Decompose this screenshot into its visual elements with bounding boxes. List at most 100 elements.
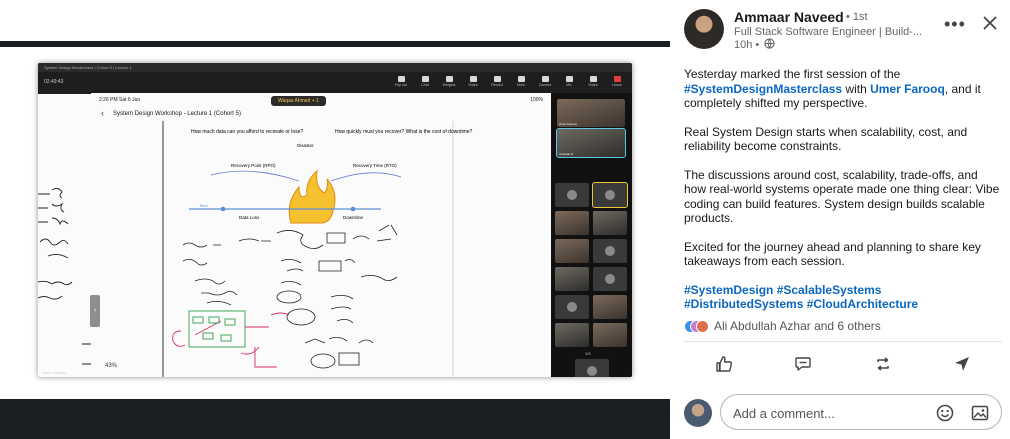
rto-label: Recovery Time (RTO)	[353, 163, 397, 168]
toolbar-button-label: Pop out	[394, 83, 408, 87]
zoom-toolbar-button[interactable]: Widgets	[440, 76, 458, 90]
recording-timer: 02:49:43	[44, 79, 64, 85]
zoom-toolbar-button[interactable]: Record	[488, 76, 506, 90]
zoom-toolbar-button[interactable]: Chat	[416, 76, 434, 90]
participant-tile[interactable]: Umer Farooq	[557, 99, 625, 127]
toolbar-button-icon	[541, 76, 549, 82]
zoom-toolbar: 02:49:43 Pop out Chat Widgets Share Record Mo…	[38, 72, 632, 94]
comment-icon	[795, 357, 811, 371]
post-body: Yesterday marked the first session of th…	[684, 67, 1002, 326]
toolbar-button-icon	[613, 76, 621, 82]
rpo-label: Recovery Point (RPO)	[231, 163, 276, 168]
send-icon	[955, 357, 970, 371]
toolbar-button-label: Leave	[612, 83, 622, 87]
participant-tile[interactable]	[593, 323, 627, 347]
toolbar-button-label: Camera	[538, 83, 552, 87]
toolbar-button-label: Share	[588, 83, 598, 87]
emoji-icon[interactable]	[935, 403, 955, 423]
close-icon[interactable]	[981, 14, 999, 32]
post-paragraph: Excited for the journey ahead and planni…	[684, 239, 981, 269]
zoom-toolbar-button[interactable]: Camera	[536, 76, 554, 90]
thumbs-up-icon	[716, 356, 732, 372]
reaction-icons	[684, 319, 710, 333]
participant-tile[interactable]	[593, 295, 627, 319]
reactions-summary[interactable]: Ali Abdullah Azhar and 6 others	[684, 319, 881, 333]
comment-input[interactable]	[733, 404, 923, 422]
toolbar-button-label: More	[517, 83, 525, 87]
reactions-text: Ali Abdullah Azhar and 6 others	[714, 319, 881, 333]
current-user-avatar	[684, 399, 712, 427]
comment-button[interactable]	[791, 352, 815, 376]
participant-tile[interactable]: Ammaar N	[556, 128, 626, 158]
author-avatar[interactable]	[684, 9, 724, 49]
viewer-top-margin	[0, 0, 670, 41]
more-options-icon[interactable]: •••	[944, 14, 966, 35]
zoom-toolbar-button[interactable]: Pop out	[392, 76, 410, 90]
toolbar-button-icon	[493, 76, 501, 82]
image-icon[interactable]	[970, 403, 990, 423]
toolbar-button-label: Mic	[566, 83, 572, 87]
handwritten-notes-left	[38, 187, 91, 365]
participant-tile[interactable]	[593, 211, 627, 235]
participant-tile[interactable]	[555, 323, 589, 347]
toolbar-button-icon	[397, 76, 405, 82]
toolbar-button-icon	[589, 76, 597, 82]
time-label: Time	[199, 203, 209, 208]
participant-tile[interactable]	[555, 267, 589, 291]
divider	[684, 341, 1002, 342]
disaster-label: Disaster	[297, 143, 314, 148]
meeting-footer-name: Umer Farooq	[42, 370, 66, 375]
zoom-title: System Design Masterclass | Cohort 5 | L…	[38, 63, 632, 72]
zoom-toolbar-button[interactable]: Share	[464, 76, 482, 90]
zoom-gallery: 1/3 Umer Farooq Ammaar N	[551, 93, 632, 377]
participant-tile[interactable]	[555, 183, 589, 207]
author-name[interactable]: Ammaar Naveed	[734, 9, 844, 25]
send-button[interactable]	[950, 352, 974, 376]
comment-box[interactable]	[720, 394, 1002, 430]
participant-tile[interactable]	[555, 295, 589, 319]
zoom-toolbar-button[interactable]: More	[512, 76, 530, 90]
post-paragraph: Yesterday marked the first session of th…	[684, 67, 981, 110]
participant-tile[interactable]	[555, 211, 589, 235]
participant-tile[interactable]	[575, 359, 609, 377]
question-rto: How quickly must you recover? What is th…	[335, 129, 472, 135]
repost-button[interactable]	[871, 352, 895, 376]
post-time: 10h •	[734, 39, 760, 51]
sidebar-handle[interactable]: ›	[90, 295, 100, 327]
post-paragraph: Real System Design starts when scalabili…	[684, 124, 968, 154]
mention-link[interactable]: Umer Farooq	[870, 82, 945, 96]
like-button[interactable]	[712, 352, 736, 376]
toolbar-button-icon	[445, 76, 453, 82]
love-reaction-icon	[696, 319, 709, 333]
post-actions	[684, 352, 1002, 376]
author-headline: Full Stack Software Engineer | Build-...	[734, 26, 923, 38]
downtime-label: Downtime	[343, 215, 364, 220]
repost-icon	[877, 357, 889, 371]
participant-tile[interactable]	[593, 267, 627, 291]
data-loss-label: Data Loss	[239, 215, 260, 220]
post-paragraph: The discussions around cost, scalability…	[684, 167, 1000, 226]
toolbar-button-label: Chat	[421, 83, 429, 87]
whiteboard-drawing: How much data can you afford to recreate…	[162, 121, 472, 377]
zoom-toolbar-button[interactable]: Mic	[560, 76, 578, 90]
connection-degree: • 1st	[846, 11, 868, 23]
hashtag-link[interactable]: #SystemDesignMasterclass	[684, 82, 842, 96]
zoom-level: 43%	[105, 363, 118, 369]
whiteboard-canvas[interactable]: 2:26 PM Sat 6 Jun 100% Waqas Ahmed + 1 ‹…	[91, 93, 551, 377]
zoom-toolbar-button[interactable]: Share	[584, 76, 602, 90]
participant-name: Ammaar N	[559, 152, 574, 156]
toolbar-button-label: Share	[468, 83, 478, 87]
participant-tile[interactable]	[592, 182, 628, 208]
post-image-zoom-screenshot[interactable]: System Design Masterclass | Cohort 5 | L…	[38, 63, 632, 377]
participant-tile[interactable]	[593, 239, 627, 263]
whiteboard-title: System Design Workshop - Lecture 1 (Coho…	[113, 111, 241, 117]
hashtags-link[interactable]: #SystemDesign #ScalableSystems #Distribu…	[684, 283, 1002, 312]
viewer-bottom-bar	[0, 399, 670, 439]
whiteboard-left-notes	[38, 94, 91, 377]
toolbar-button-icon	[517, 76, 525, 82]
participant-tile[interactable]	[555, 239, 589, 263]
zoom-toolbar-button[interactable]: Leave	[608, 76, 626, 90]
participant-name: Umer Farooq	[559, 122, 577, 126]
toolbar-button-icon	[421, 76, 429, 82]
annotator-banner: Waqas Ahmed + 1	[271, 96, 326, 106]
